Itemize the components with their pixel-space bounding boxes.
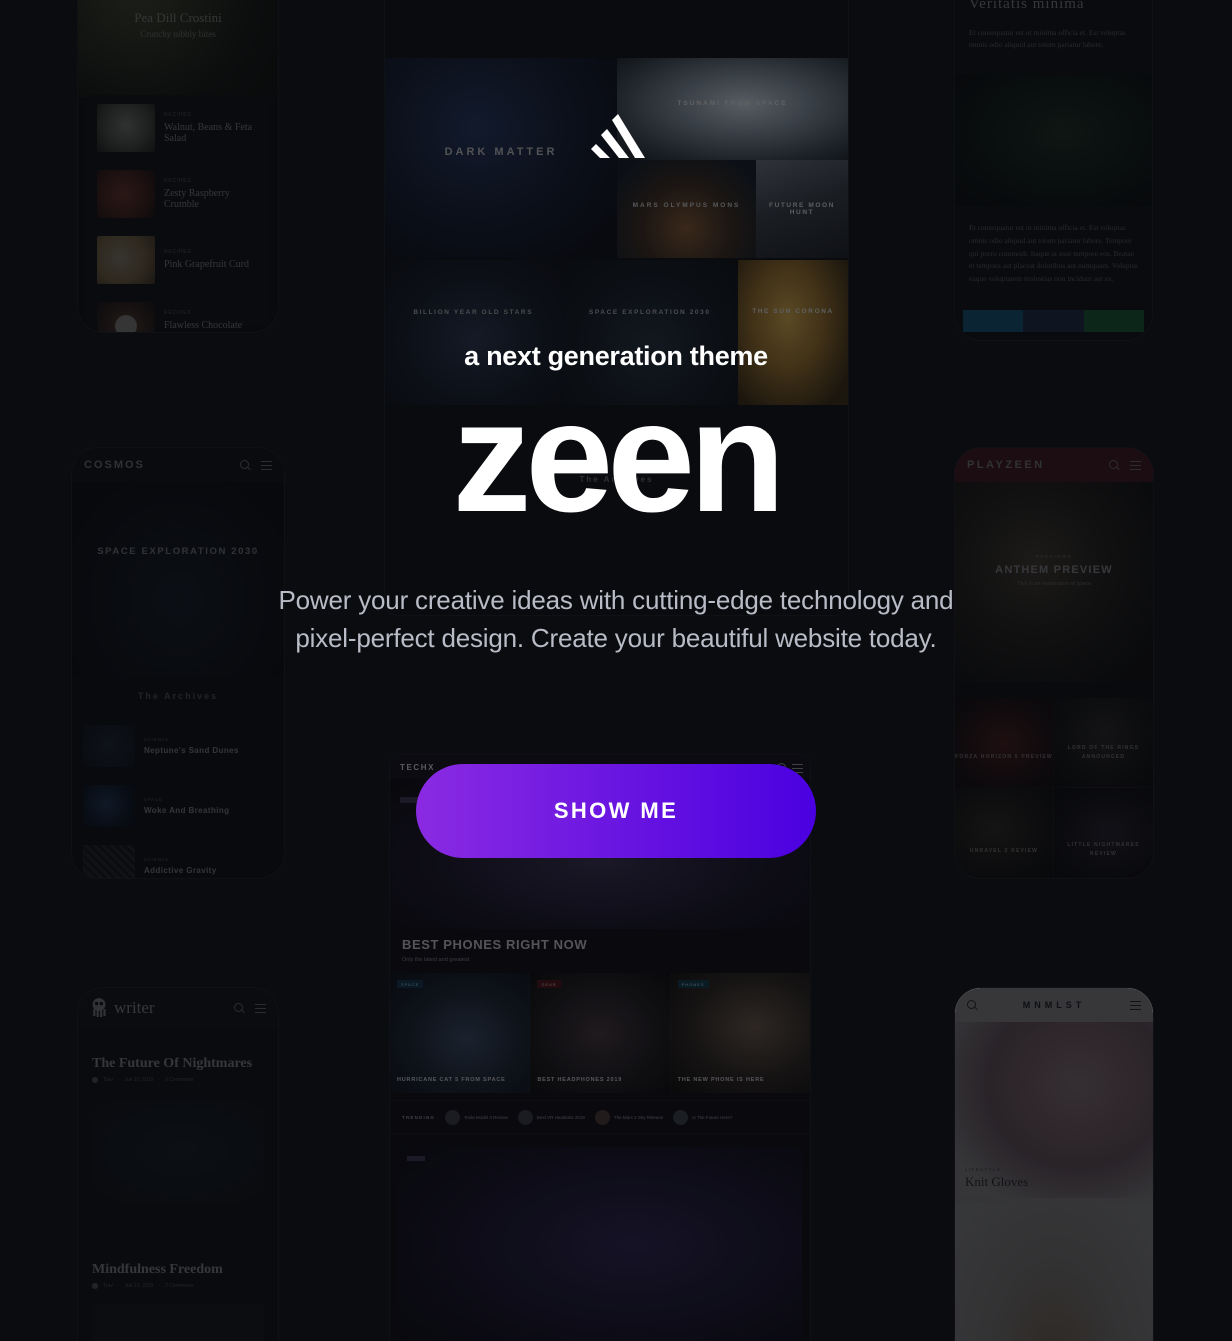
hero-section: a next generation theme zeen Power your … <box>0 0 1232 1341</box>
show-me-button[interactable]: SHOW ME <box>416 763 816 858</box>
page-title: zeen <box>452 369 785 545</box>
hero-description-line2: pixel-perfect design. Create your beauti… <box>295 623 937 654</box>
hero-description-line1: Power your creative ideas with cutting-e… <box>278 585 954 616</box>
zeen-logo-mark <box>585 112 647 165</box>
hero-description: Power your creative ideas with cutting-e… <box>166 582 1066 657</box>
hero-tagline: a next generation theme <box>464 341 768 371</box>
